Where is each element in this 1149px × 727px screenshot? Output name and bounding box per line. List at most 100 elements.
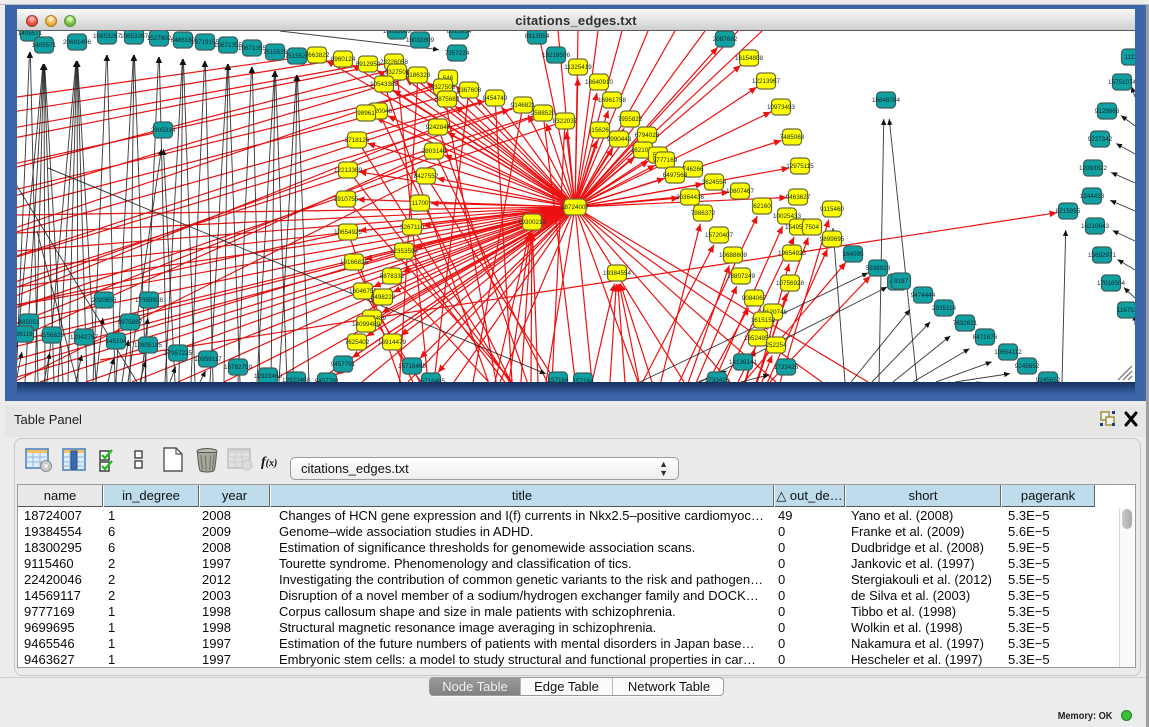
svg-text:9990443: 9990443: [607, 136, 632, 143]
svg-text:252254: 252254: [765, 342, 787, 349]
svg-text:19654923: 19654923: [778, 250, 807, 257]
svg-text:16154808: 16154808: [735, 55, 764, 62]
svg-text:1405571: 1405571: [32, 42, 57, 49]
svg-text:10853267: 10853267: [93, 33, 122, 40]
svg-text:7632621: 7632621: [953, 320, 978, 327]
svg-text:19384554: 19384554: [603, 270, 632, 277]
svg-text:9129966: 9129966: [1095, 108, 1120, 115]
svg-text:17016504: 17016504: [1097, 280, 1126, 287]
svg-text:15716485: 15716485: [398, 363, 427, 370]
svg-text:19218506: 19218506: [542, 52, 571, 59]
svg-text:5938923: 5938923: [866, 265, 891, 272]
svg-text:18724007: 18724007: [561, 204, 590, 211]
svg-text:8186328: 8186328: [406, 72, 431, 79]
svg-text:9899695: 9899695: [820, 236, 845, 243]
svg-text:15692971: 15692971: [1088, 252, 1117, 259]
svg-text:9457791: 9457791: [331, 361, 356, 368]
svg-text:9242848: 9242848: [426, 124, 451, 131]
svg-text:16648784: 16648784: [872, 97, 901, 104]
svg-text:16033809: 16033809: [406, 37, 435, 44]
svg-text:8454749: 8454749: [483, 95, 508, 102]
svg-text:7485063: 7485063: [780, 134, 805, 141]
svg-text:9327508: 9327508: [431, 84, 456, 91]
svg-text:16210643: 16210643: [1081, 223, 1110, 230]
svg-text:2718126: 2718126: [345, 137, 370, 144]
svg-text:17957225: 17957225: [164, 350, 193, 357]
svg-text:10853267: 10853267: [120, 33, 149, 40]
svg-text:2020656: 2020656: [92, 297, 117, 304]
svg-text:15751074: 15751074: [1108, 79, 1135, 86]
svg-text:2087682: 2087682: [713, 36, 738, 43]
svg-text:5498222: 5498222: [371, 294, 396, 301]
svg-text:62160: 62160: [753, 203, 771, 210]
svg-text:7986372: 7986372: [691, 210, 716, 217]
svg-text:2935114: 2935114: [932, 305, 957, 312]
svg-text:19300213: 19300213: [518, 219, 547, 226]
svg-text:98961: 98961: [357, 110, 375, 117]
svg-text:116753: 116753: [1117, 307, 1135, 314]
svg-text:20691406: 20691406: [63, 39, 92, 46]
svg-text:3267110: 3267110: [400, 224, 425, 231]
svg-text:8322037: 8322037: [553, 118, 578, 125]
svg-text:2905334: 2905334: [151, 127, 176, 134]
svg-text:12975115: 12975115: [786, 163, 814, 170]
svg-text:3624554: 3624554: [702, 179, 727, 186]
svg-text:18807249: 18807249: [727, 273, 756, 280]
svg-text:10654112: 10654112: [994, 349, 1022, 356]
svg-text:9777169: 9777169: [653, 157, 678, 164]
svg-text:9245652: 9245652: [1015, 363, 1040, 370]
svg-text:9115460: 9115460: [820, 206, 845, 213]
svg-text:9146821: 9146821: [511, 102, 536, 109]
svg-text:10543382: 10543382: [370, 81, 399, 88]
svg-text:8215955: 8215955: [1056, 208, 1081, 215]
svg-text:8471676: 8471676: [973, 334, 998, 341]
svg-text:14136141: 14136141: [729, 359, 758, 366]
svg-text:18640910: 18640910: [585, 79, 614, 86]
svg-text:12942757: 12942757: [70, 334, 99, 341]
svg-text:8878332: 8878332: [380, 273, 405, 280]
svg-text:1156829: 1156829: [40, 332, 65, 339]
svg-text:8912954: 8912954: [356, 61, 381, 68]
svg-text:12093822: 12093822: [1079, 165, 1108, 172]
svg-text:10756928: 10756928: [776, 280, 805, 287]
svg-text:16782759: 16782759: [224, 364, 253, 371]
svg-text:10688609: 10688609: [719, 252, 748, 259]
svg-text:9227342: 9227342: [1088, 136, 1113, 143]
svg-text:7663822: 7663822: [305, 52, 330, 59]
svg-text:20364436: 20364436: [676, 194, 705, 201]
svg-text:2367608: 2367608: [457, 87, 482, 94]
svg-text:10973493: 10973493: [767, 104, 796, 111]
svg-text:164095: 164095: [842, 251, 864, 258]
svg-text:15626: 15626: [591, 127, 609, 134]
svg-text:2588520: 2588520: [531, 110, 556, 117]
svg-text:11325419: 11325419: [564, 64, 592, 71]
svg-text:14099489: 14099489: [352, 321, 381, 328]
svg-text:8960124: 8960124: [331, 56, 356, 63]
svg-text:10958117: 10958117: [194, 356, 222, 363]
svg-text:8813054: 8813054: [525, 33, 550, 40]
svg-text:3875685: 3875685: [435, 96, 460, 103]
svg-text:6497568: 6497568: [663, 172, 688, 179]
svg-text:1527602: 1527602: [147, 35, 172, 42]
svg-text:7504: 7504: [805, 224, 820, 231]
svg-text:145194: 145194: [105, 338, 127, 345]
svg-text:12213967: 12213967: [752, 78, 781, 85]
svg-text:9084067: 9084067: [742, 295, 767, 302]
svg-text:12353594: 12353594: [390, 248, 419, 255]
svg-text:12923468: 12923468: [254, 373, 283, 380]
svg-text:17359928: 17359928: [135, 297, 164, 304]
svg-text:15720407: 15720407: [705, 232, 734, 239]
svg-text:9197: 9197: [894, 278, 909, 285]
svg-text:7357224: 7357224: [445, 50, 470, 57]
svg-text:10807467: 10807467: [726, 188, 755, 195]
svg-text:1615152: 1615152: [751, 317, 776, 324]
svg-text:6794028: 6794028: [635, 132, 660, 139]
svg-text:16961758: 16961758: [598, 97, 627, 104]
svg-text:7625402: 7625402: [345, 339, 370, 346]
svg-text:1244413: 1244413: [1080, 193, 1105, 200]
svg-text:39119: 39119: [17, 331, 33, 338]
svg-text:485051: 485051: [18, 319, 40, 326]
svg-text:16914479: 16914479: [378, 339, 407, 346]
svg-text:f(x): f(x): [261, 455, 277, 470]
svg-text:12905185: 12905185: [134, 342, 163, 349]
